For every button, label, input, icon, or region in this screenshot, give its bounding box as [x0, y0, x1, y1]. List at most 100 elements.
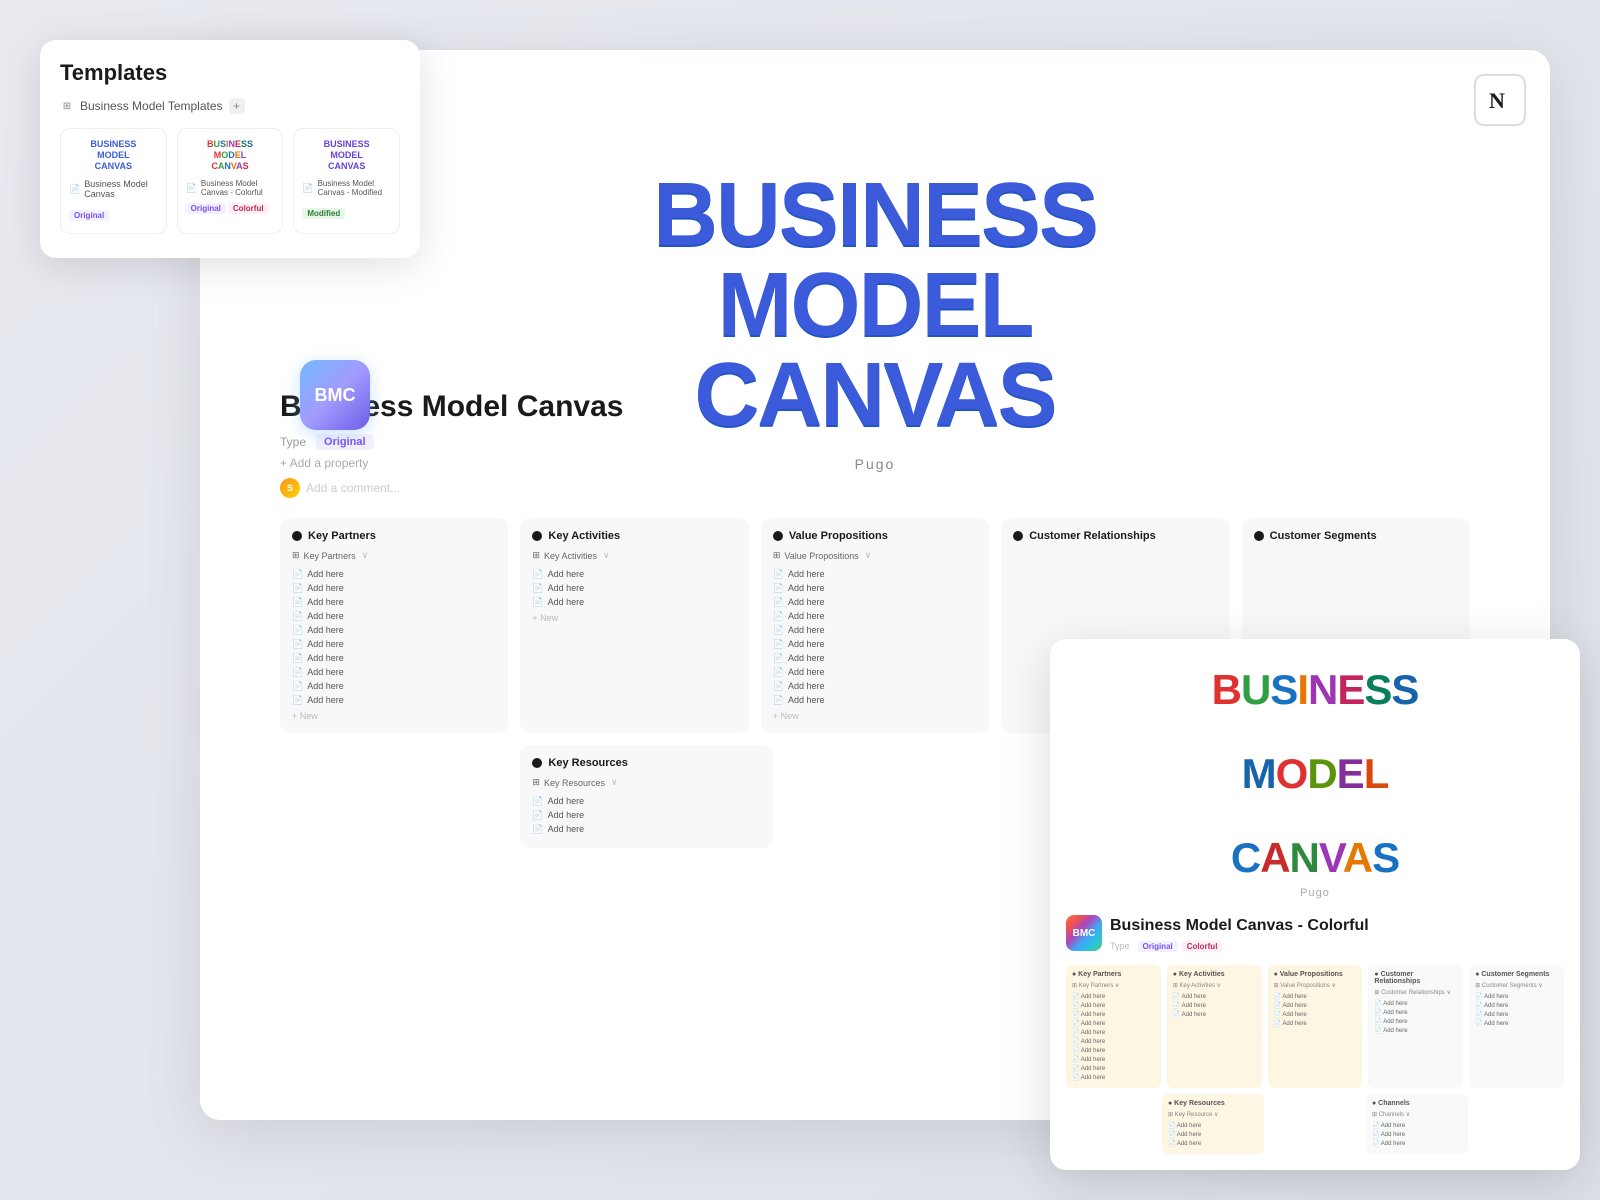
doc-icon: 📄 — [773, 639, 784, 650]
doc-icon: 📄 — [532, 597, 543, 608]
list-item[interactable]: 📄 Add here — [1072, 1046, 1155, 1055]
list-item[interactable]: 📄Add here — [532, 794, 760, 808]
doc-icon: 📄 — [292, 667, 303, 678]
list-item[interactable]: 📄Add here — [532, 595, 736, 609]
list-item[interactable]: 📄 Add here — [1372, 1121, 1462, 1130]
list-item[interactable]: 📄Add here — [532, 567, 736, 581]
list-item[interactable]: 📄Add here — [773, 693, 977, 707]
db-header-key-partners[interactable]: ⊞ Key Partners ∨ — [292, 550, 496, 561]
card-name-modified: Business Model Canvas - Modified — [318, 179, 391, 197]
list-item[interactable]: 📄 Add here — [1173, 1010, 1256, 1019]
user-avatar: S — [280, 478, 300, 498]
list-item[interactable]: 📄 Add here — [1168, 1130, 1258, 1139]
doc-icon: 📄 — [292, 569, 303, 580]
doc-icon: 📄 — [292, 597, 303, 608]
list-item[interactable]: 📄 Add here — [1274, 1019, 1357, 1028]
mini-section-customer-relationships: ● Customer Relationships ⊞ Customer Rela… — [1368, 965, 1463, 1088]
list-item[interactable]: 📄Add here — [773, 637, 977, 651]
section-value-propositions: Value Propositions ⊞ Value Propositions … — [761, 518, 989, 733]
list-item[interactable]: 📄Add here — [292, 679, 496, 693]
doc-icon: 📄 — [292, 681, 303, 692]
doc-icon: 📄 — [773, 695, 784, 706]
list-item[interactable]: 📄Add here — [292, 665, 496, 679]
mini-section-key-resources-2: ● Key Resources ⊞ Key Resource ∨ 📄 Add h… — [1162, 1094, 1264, 1154]
card-name-original: Business Model Canvas — [84, 179, 157, 199]
spacer — [280, 745, 508, 848]
list-item[interactable]: 📄Add here — [773, 567, 977, 581]
list-item[interactable]: 📄 Add here — [1168, 1139, 1258, 1148]
section-dot — [532, 758, 542, 768]
list-item[interactable]: 📄Add here — [292, 693, 496, 707]
list-item[interactable]: 📄Add here — [773, 623, 977, 637]
list-item[interactable]: 📄 Add here — [1072, 1064, 1155, 1073]
list-item[interactable]: 📄Add here — [532, 808, 760, 822]
breadcrumb-text[interactable]: Business Model Templates — [80, 99, 223, 113]
list-item[interactable]: 📄 Add here — [1475, 992, 1558, 1001]
section-dot — [532, 531, 542, 541]
add-template-button[interactable]: + — [229, 98, 245, 114]
list-item[interactable]: 📄Add here — [292, 581, 496, 595]
template-card-colorful[interactable]: BUSINESS MODEL CANVAS 📄 Business Model C… — [177, 128, 284, 234]
list-item[interactable]: 📄Add here — [292, 637, 496, 651]
hero-line2: MODEL — [718, 255, 1033, 355]
db-header-key-resources[interactable]: ⊞ Key Resources ∨ — [532, 777, 760, 788]
mini-section-key-partners: ● Key Partners ⊞ Key Partners ∨ 📄 Add he… — [1066, 965, 1161, 1088]
add-comment-area[interactable]: S Add a comment... — [280, 478, 1470, 498]
list-item[interactable]: 📄Add here — [292, 609, 496, 623]
list-item[interactable]: 📄Add here — [773, 595, 977, 609]
list-item[interactable]: 📄 Add here — [1072, 1010, 1155, 1019]
list-item[interactable]: 📄 Add here — [1173, 992, 1256, 1001]
db-header-value-propositions[interactable]: ⊞ Value Propositions ∨ — [773, 550, 977, 561]
new-item-button-kp[interactable]: + New — [292, 711, 496, 721]
db-header-key-activities[interactable]: ⊞ Key Activities ∨ — [532, 550, 736, 561]
db-icon: ⊞ — [532, 777, 540, 788]
list-item[interactable]: 📄 Add here — [1274, 992, 1357, 1001]
new-item-button-vp[interactable]: + New — [773, 711, 977, 721]
list-item[interactable]: 📄 Add here — [1374, 1008, 1457, 1017]
list-item[interactable]: 📄Add here — [773, 651, 977, 665]
section-dot — [292, 531, 302, 541]
list-item[interactable]: 📄 Add here — [1072, 1019, 1155, 1028]
new-item-button-ka[interactable]: + New — [532, 613, 736, 623]
list-item[interactable]: 📄 Add here — [1072, 992, 1155, 1001]
list-item[interactable]: 📄 Add here — [1374, 1017, 1457, 1026]
list-item[interactable]: 📄 Add here — [1072, 1055, 1155, 1064]
mini-grid-row1: ● Key Partners ⊞ Key Partners ∨ 📄 Add he… — [1066, 965, 1564, 1088]
prop-type-label: Type — [280, 435, 306, 449]
list-item[interactable]: 📄Add here — [292, 623, 496, 637]
list-item[interactable]: 📄Add here — [773, 609, 977, 623]
list-item[interactable]: 📄Add here — [773, 581, 977, 595]
list-item[interactable]: 📄 Add here — [1168, 1121, 1258, 1130]
list-item[interactable]: 📄 Add here — [1072, 1028, 1155, 1037]
prop-type-value[interactable]: Original — [316, 434, 374, 450]
list-item[interactable]: 📄 Add here — [1274, 1001, 1357, 1010]
list-item[interactable]: 📄Add here — [292, 567, 496, 581]
section-title-key-resources: Key Resources — [548, 757, 628, 769]
list-item[interactable]: 📄 Add here — [1173, 1001, 1256, 1010]
list-item[interactable]: 📄 Add here — [1274, 1010, 1357, 1019]
template-card-modified[interactable]: BUSINESSMODELCANVAS 📄 Business Model Can… — [293, 128, 400, 234]
list-item[interactable]: 📄 Add here — [1374, 1026, 1457, 1035]
list-item[interactable]: 📄 Add here — [1475, 1001, 1558, 1010]
list-item[interactable]: 📄 Add here — [1374, 999, 1457, 1008]
list-item[interactable]: 📄 Add here — [1372, 1139, 1462, 1148]
list-item[interactable]: 📄Add here — [773, 665, 977, 679]
spacer3 — [1474, 1094, 1564, 1154]
notion-icon[interactable]: N — [1474, 74, 1526, 126]
template-card-original[interactable]: BUSINESSMODELCANVAS 📄 Business Model Can… — [60, 128, 167, 234]
list-item[interactable]: 📄 Add here — [1475, 1010, 1558, 1019]
list-item[interactable]: 📄 Add here — [1072, 1001, 1155, 1010]
list-item[interactable]: 📄Add here — [532, 822, 760, 836]
list-item[interactable]: 📄 Add here — [1475, 1019, 1558, 1028]
section-title-customer-segments: Customer Segments — [1270, 530, 1377, 542]
list-item[interactable]: 📄 Add here — [1072, 1037, 1155, 1046]
list-item[interactable]: 📄Add here — [292, 651, 496, 665]
list-item[interactable]: 📄Add here — [773, 679, 977, 693]
list-item[interactable]: 📄Add here — [292, 595, 496, 609]
list-item[interactable]: 📄 Add here — [1372, 1130, 1462, 1139]
list-item[interactable]: 📄 Add here — [1072, 1073, 1155, 1082]
list-item[interactable]: 📄Add here — [532, 581, 736, 595]
section-key-partners: Key Partners ⊞ Key Partners ∨ 📄Add here … — [280, 518, 508, 733]
card-meta-modified: 📄 Business Model Canvas - Modified — [302, 179, 391, 197]
add-property-button[interactable]: + Add a property — [280, 456, 1470, 470]
